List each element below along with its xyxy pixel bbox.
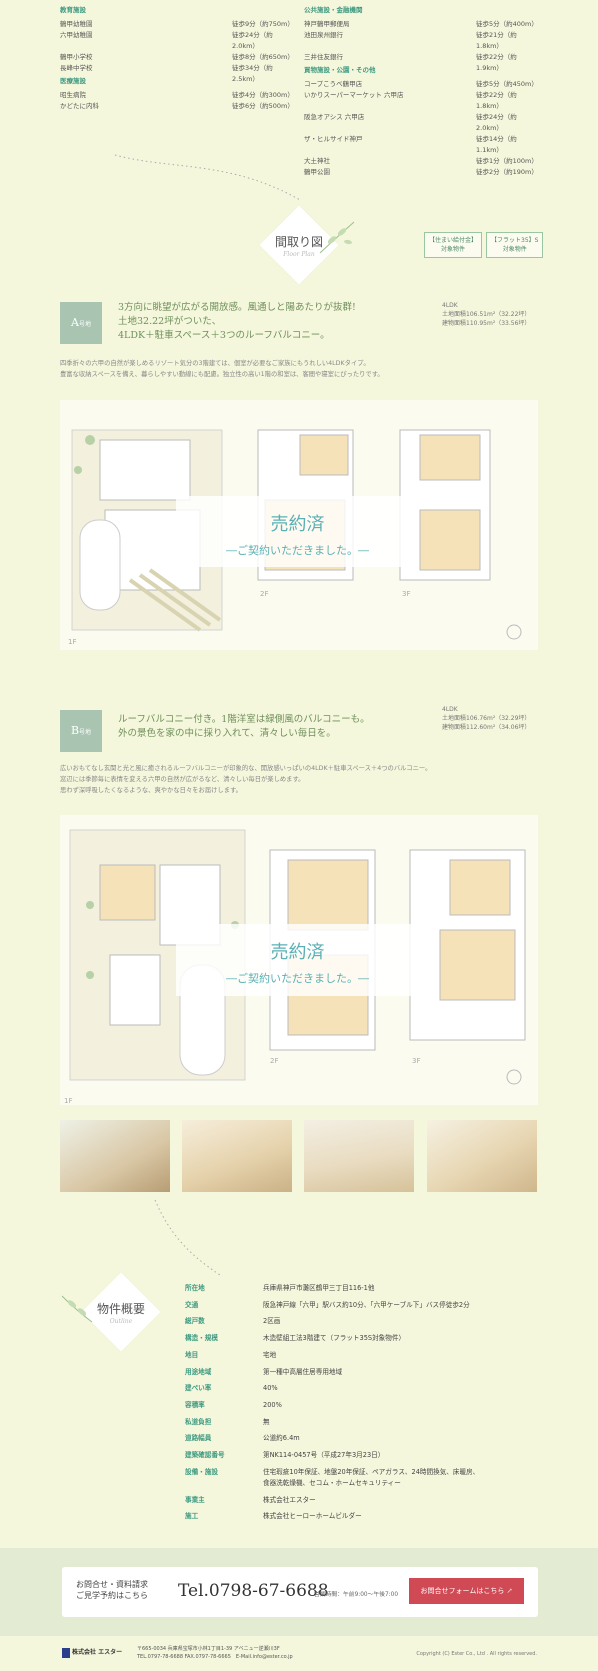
table-row: 所在地 兵庫県神戸市灘区鶴甲三丁目116-1他 (185, 1284, 375, 1292)
table-row: 道路幅員 公道約6.4m (185, 1434, 300, 1443)
table-row: 事業主 株式会社エスター (185, 1495, 316, 1504)
table-row: 建ぺい率 40% (185, 1384, 278, 1393)
table-row: 構造・規模 木造壁組工法3階建て（フラット35S対象物件） (185, 1334, 406, 1343)
photo-bedroom[interactable] (427, 1120, 537, 1192)
sold-title: 売約済 (270, 514, 325, 535)
contact-box: お問合せ・資料請求 ご見学予約はこちら Tel.0798-67-6688 営業時間… (62, 1567, 538, 1617)
overview-table: 所在地 兵庫県神戸市灘区鶴甲三丁目116-1他 交通 阪急神戸線「六甲」駅バス約10… (185, 1280, 535, 1525)
dotted-curve-decoration (154, 1199, 221, 1276)
sold-subtitle: ―ご契約いただきました。― (226, 544, 369, 557)
contact-lead: お問合せ・資料請求 ご見学予約はこちら (76, 1580, 148, 1600)
floor-label-2f: 2F (270, 1057, 279, 1065)
unit-b-catchcopy: ルーフバルコニー付き。1階洋室は緑側風のバルコニーも。 外の景色を家の中に採り入れ… (118, 714, 370, 739)
company-address: 〒665-0034 兵庫県宝塚市小林1丁目1-39 アベニュー逆瀬川3F TEL… (137, 1646, 293, 1660)
table-row: 施工 株式会社ヒーローホームビルダー (185, 1512, 362, 1521)
badge-sumai-kyufukin: 【住まい給付金】 対象物件 (424, 232, 483, 258)
unit-b-spec: 4LDK 土地面積106.76m²（32.29坪） 建物面積112.60m²（34.… (442, 706, 531, 731)
copyright: Copyright (C) Ester Co., Ltd . All right… (416, 1651, 537, 1657)
photo-kitchen[interactable] (304, 1120, 414, 1192)
leaf-decoration-icon (61, 1295, 93, 1323)
floor-label-2f: 2F (260, 590, 269, 598)
table-row: 建築確認番号 第NK114-0457号（平成27年3月23日） (185, 1451, 385, 1460)
education-group: 教育施設 鶴甲幼稚園 徒歩9分（約750m） 六甲幼稚園 徒歩24分（約2.0km）… (60, 4, 294, 85)
category-title: 公共施設・金融機関 (304, 6, 363, 14)
floor-label-3f: 3F (412, 1057, 421, 1065)
facility-row: かどたに内科 徒歩6分（約500m） (60, 102, 294, 110)
photo-living[interactable] (182, 1120, 292, 1192)
unit-a-spec: 4LDK 土地面積106.51m²（32.22坪） 建物面積110.95m²（33.… (442, 302, 531, 327)
facility-row: いかりスーパーマーケット 六甲店 徒歩22分（約1.8km） (304, 91, 517, 110)
facilities-section: 教育施設 鶴甲幼稚園 徒歩9分（約750m） 六甲幼稚園 徒歩24分（約2.0km）… (0, 0, 598, 176)
unit-b-sold-overlay: 売約済 ―ご契約いただきました。― (176, 924, 419, 996)
logo-mark-icon (62, 1647, 70, 1658)
floor-label-1f: 1F (68, 638, 77, 646)
unit-a-description: 四季折々の六甲の自然が楽しめるリゾート気分の3階建ては、個室が必要なご家族にもう… (60, 360, 384, 378)
unit-a-sold-overlay: 売約済 ―ご契約いただきました。― (176, 496, 419, 567)
facility-row: 六甲幼稚園 徒歩24分（約2.0km） (60, 31, 273, 50)
category-title: 教育施設 (60, 6, 86, 14)
external-link-icon: ↗ (506, 1587, 513, 1595)
table-row: 交通 阪急神戸線「六甲」駅バス約10分、「六甲ケーブル下」バス停徒歩2分 (185, 1300, 470, 1309)
unit-a-label: A号地 (60, 302, 102, 344)
unit-b-description: 広いおもてなし玄関と光と風に癒されるルーフバルコニーが印象的な、開放感いっぱいの… (60, 765, 432, 794)
table-row: 私道負担無 (185, 1417, 270, 1426)
facility-row: 神戸鶴甲郵便局 徒歩5分（約400m） (304, 20, 538, 28)
unit-b-label: B号地 (60, 710, 102, 752)
facility-row: 鶴甲小学校 徒歩8分（約650m） (60, 53, 294, 61)
leaf-decoration-icon (319, 221, 355, 254)
table-row: 用途地域 第一種中高層住居専用地域 (185, 1367, 343, 1376)
table-row: 総戸数 2区画 (185, 1317, 281, 1326)
facility-row: 大土神社 徒歩1分（約100m） (304, 157, 538, 165)
table-row: 設備・施設 住宅瑕疵10年保証、地盤20年保証、ペアガラス、24時間換気、床暖房、… (185, 1467, 480, 1487)
facility-row: 鶴甲幼稚園 徒歩9分（約750m） (60, 20, 294, 28)
facility-row: 昭生病院 徒歩4分（約300m） (60, 91, 294, 99)
shopping-group: 買物施設・公園・その他 コープこうべ鶴甲店 徒歩5分（約450m） いかりスーパー… (304, 64, 538, 178)
unit-a-catchcopy: 3方向に眺望が広がる開放感。風通しと陽あたりが抜群! 土地32.22坪がついた、 4… (118, 302, 356, 341)
category-title: 買物施設・公園・その他 (304, 66, 376, 74)
table-row: 地目 宅地 (185, 1350, 277, 1359)
footer: 株式会社 エスター 〒665-0034 兵庫県宝塚市小林1丁目1-39 アベニュ… (0, 1636, 598, 1671)
medical-group: 医療施設 昭生病院 徒歩4分（約300m） かどたに内科 徒歩6分（約500m） (60, 75, 294, 112)
facility-row: 阪急オアシス 六甲店 徒歩24分（約2.0km） (304, 113, 517, 132)
company-logo[interactable]: 株式会社 エスター (62, 1647, 122, 1658)
category-title: 医療施設 (60, 77, 86, 85)
floor-label-3f: 3F (402, 590, 411, 598)
badge-flat35s: 【フラット35】S 対象物件 (486, 232, 544, 258)
photo-exterior[interactable] (60, 1120, 170, 1192)
business-hours: 営業時間：午前9:00〜午後7:00 (314, 1592, 399, 1598)
sold-title: 売約済 (270, 942, 325, 963)
facility-row: 池田泉州銀行 徒歩21分（約1.8km） (304, 31, 517, 50)
sold-subtitle: ―ご契約いただきました。― (226, 972, 369, 985)
dotted-curve-decoration (114, 154, 301, 201)
facility-row: 鶴甲公園 徒歩2分（約190m） (304, 168, 538, 176)
facility-row: ザ・ヒルサイド神戸 徒歩14分（約1.1km） (304, 135, 517, 154)
contact-form-button[interactable]: お問合せフォームはこちら ↗ (409, 1578, 524, 1604)
floor-label-1f: 1F (64, 1097, 73, 1105)
contact-tel-link[interactable]: Tel.0798-67-6688 (178, 1581, 329, 1601)
facility-row: コープこうべ鶴甲店 徒歩5分（約450m） (304, 80, 538, 88)
table-row: 容積率 200% (185, 1400, 282, 1409)
contact-bar: お問合せ・資料請求 ご見学予約はこちら Tel.0798-67-6688 営業時間… (0, 1548, 598, 1636)
